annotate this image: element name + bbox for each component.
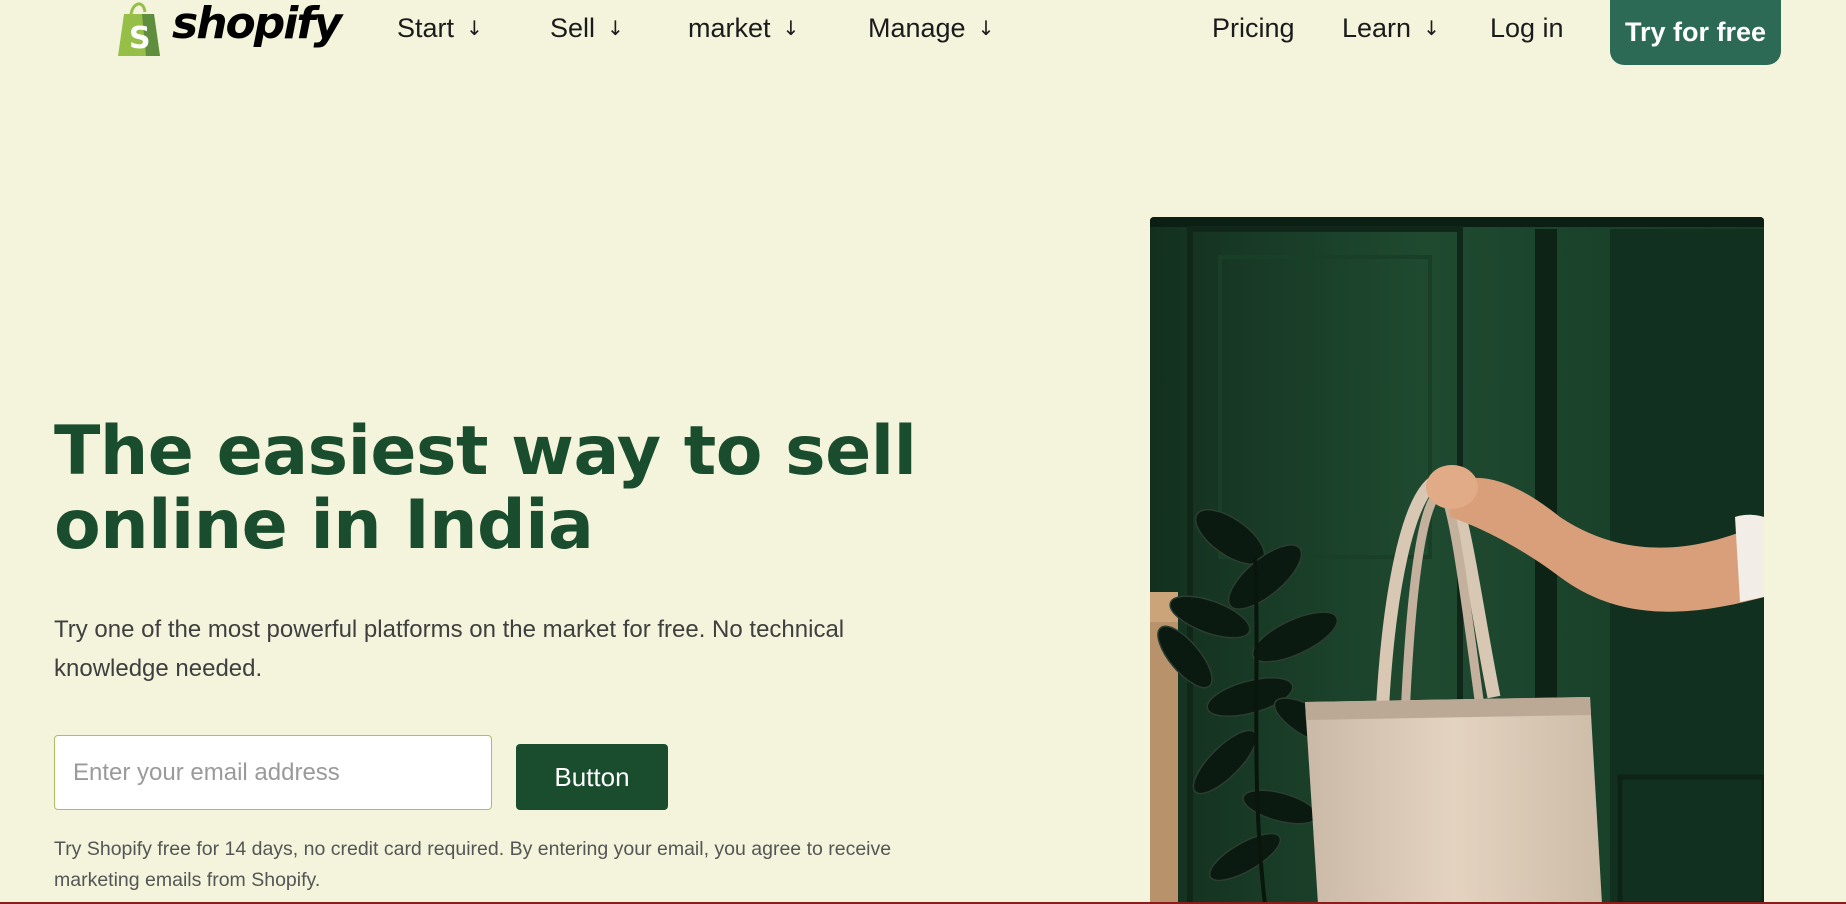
- nav-item-sell[interactable]: Sell ↓: [550, 8, 624, 48]
- nav-item-start[interactable]: Start ↓: [397, 8, 483, 48]
- hero-title-line-1: The easiest way to sell: [54, 412, 917, 491]
- nav-item-learn[interactable]: Learn ↓: [1342, 8, 1440, 48]
- nav-item-label: Sell: [550, 12, 596, 43]
- hero-subtitle: Try one of the most powerful platforms o…: [54, 616, 845, 682]
- svg-text:S: S: [129, 21, 151, 56]
- nav-item-label: Log in: [1490, 12, 1564, 43]
- nav-item-manage[interactable]: Manage ↓: [868, 8, 994, 48]
- logo-wordmark: shopify: [172, 0, 342, 49]
- arrow-down-icon: ↓: [1423, 16, 1440, 40]
- try-for-free-button[interactable]: Try for free: [1610, 0, 1781, 65]
- nav-item-label: Pricing: [1212, 12, 1295, 43]
- arrow-down-icon: ↓: [607, 16, 624, 40]
- nav-link-pricing[interactable]: Pricing: [1212, 8, 1295, 48]
- nav-item-label: Manage: [868, 12, 966, 43]
- arrow-down-icon: ↓: [977, 16, 995, 40]
- shopify-bag-icon: S: [118, 2, 160, 56]
- tote-bag-photo: [1150, 217, 1764, 904]
- hero-title-line-2: online in India: [54, 486, 594, 565]
- nav-item-label: market: [688, 12, 771, 43]
- login-link[interactable]: Log in: [1490, 8, 1564, 48]
- submit-button[interactable]: Button: [516, 744, 668, 810]
- arrow-down-icon: ↓: [782, 16, 800, 40]
- arrow-down-icon: ↓: [466, 16, 483, 40]
- email-input[interactable]: [54, 735, 492, 810]
- shopify-logo[interactable]: S shopify: [112, 0, 342, 56]
- hero-image-tote-bag: [1150, 217, 1764, 904]
- nav-item-label: Learn: [1342, 12, 1412, 43]
- trial-disclaimer: Try Shopify free for 14 days, no credit …: [54, 838, 892, 891]
- nav-item-market[interactable]: market ↓: [688, 8, 799, 48]
- nav-item-label: Start: [397, 12, 455, 43]
- site-header: S shopify Start ↓ Sell ↓ market ↓ Manage…: [0, 0, 1846, 65]
- hero-title: The easiest way to sell online in India: [54, 415, 954, 563]
